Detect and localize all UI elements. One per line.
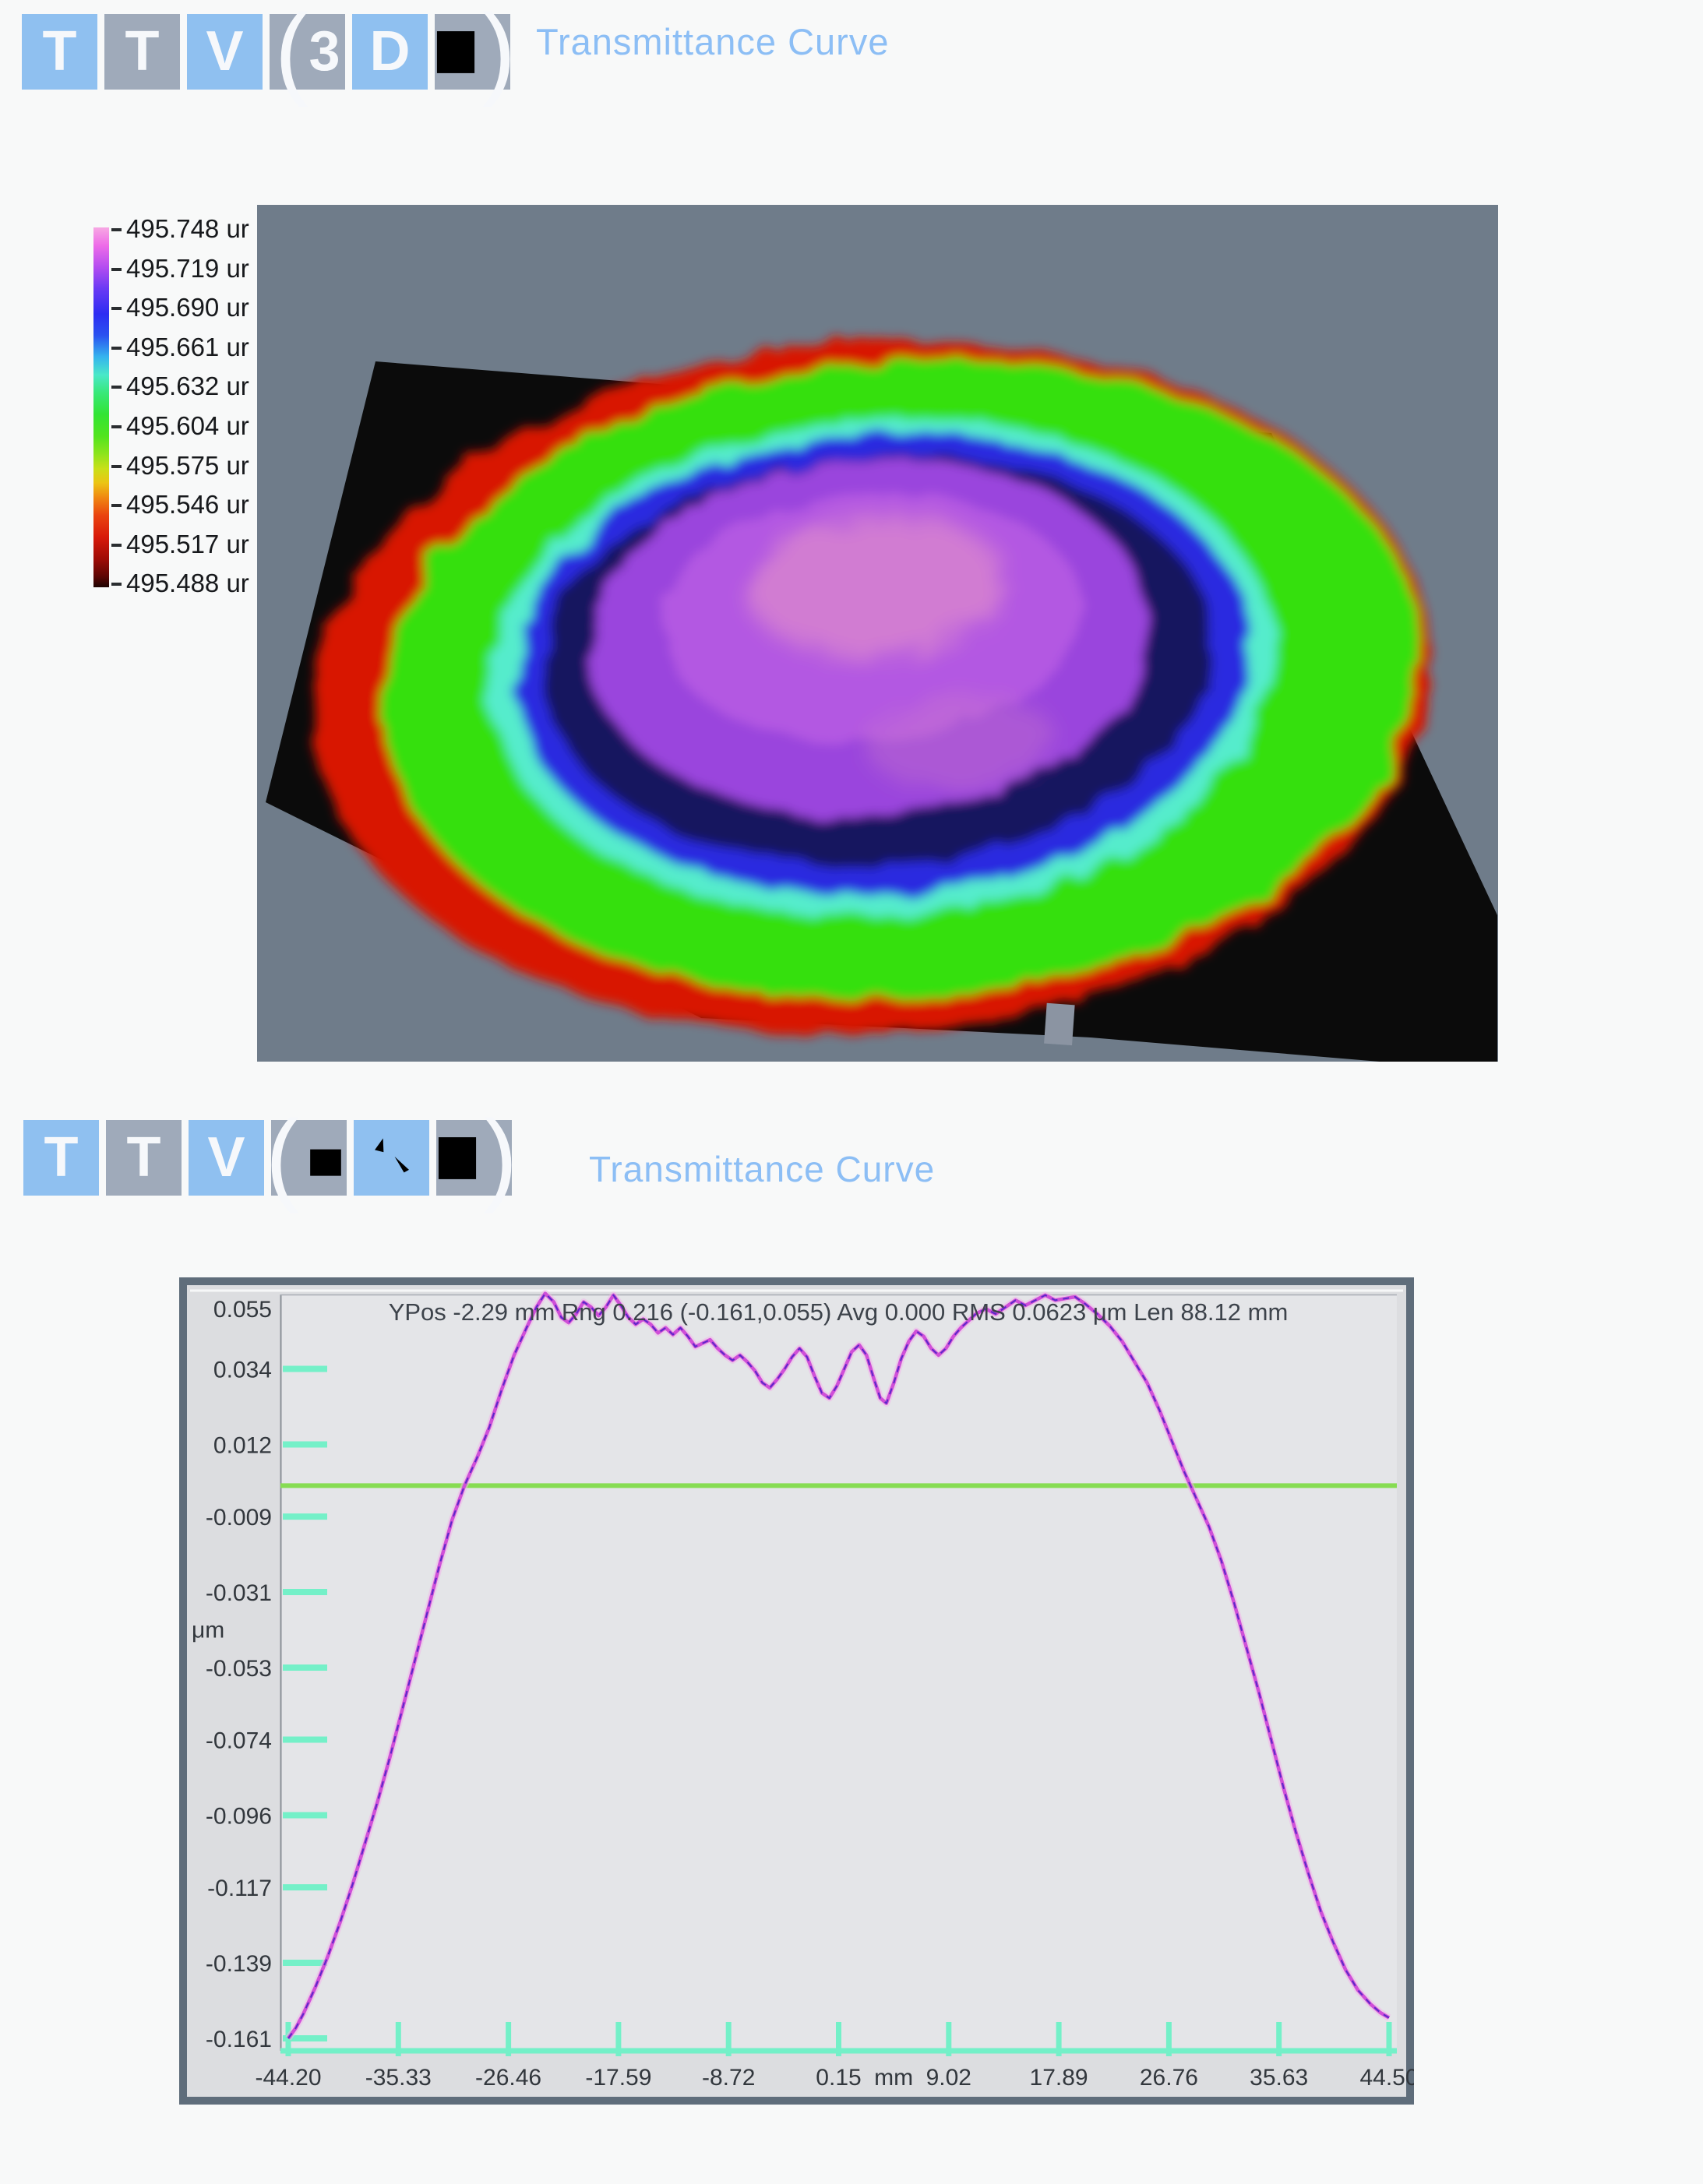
y-tick-label: 0.012 [213,1433,272,1459]
chart-title: YPos -2.29 mm Rng 0.216 (-0.161,0.055) A… [389,1298,1289,1326]
legend-value: 495.690 ur [126,293,249,322]
header-curve-subtitle: Transmittance Curve [589,1148,935,1190]
tile-letter: T [127,1120,161,1196]
legend-tick [111,583,122,586]
header-3d-subtitle: Transmittance Curve [536,20,889,63]
x-tick-label: 44.50 [1359,2065,1414,2091]
legend-tick [111,504,122,507]
legend-value: 495.748 ur [126,214,249,244]
y-tick-label: 0.055 [213,1297,272,1323]
x-tick-label: -17.59 [585,2065,651,2091]
surface-3d-plot [257,205,1498,1062]
x-axis-unit: mm [874,2065,913,2091]
legend-tick [111,465,122,468]
tile-letter: T [43,14,77,90]
tile-letter: V [207,1120,245,1196]
header-3d-tile-3: (3 [270,14,345,90]
x-tick-label: -44.20 [255,2065,321,2091]
x-tick-label: 9.02 [926,2065,971,2091]
header-3d-tile-5: ) [435,14,510,90]
legend-tick [111,307,122,310]
paren-glyph: ( [274,12,309,88]
header-3d-tile-2: V [187,14,263,90]
legend-tick [111,268,122,271]
legend-value: 495.632 ur [126,372,249,401]
header-curve-tile-5: ) [436,1120,512,1196]
header-3d-tile-0: T [22,14,97,90]
y-tick-label: -0.053 [206,1656,272,1682]
y-tick-label: -0.161 [206,2027,272,2052]
tile-letter: 3 [309,14,340,90]
x-tick-label: 0.15 [816,2065,861,2091]
y-tick-label: -0.096 [206,1804,272,1830]
x-tick-label: -8.72 [702,2065,755,2091]
legend-value: 495.661 ur [126,333,249,362]
legend-tick [111,425,122,428]
header-curve-tile-1: T [106,1120,182,1196]
legend-value: 495.488 ur [126,569,249,598]
x-tick-label: -35.33 [365,2065,432,2091]
hanzi-glyph [429,24,482,80]
header-curve-tile-0: T [23,1120,99,1196]
legend-value: 495.604 ur [126,411,249,441]
legend-value: 495.575 ur [126,451,249,481]
legend-value: 495.719 ur [126,254,249,284]
tile-letter: V [206,14,243,90]
legend-tick [111,347,122,350]
hanzi-glyph [431,1130,484,1186]
curve-chart-panel: 0.055 0.034 0.012 -0.009 -0.031 -0.053 -0.074 -… [179,1277,1414,2105]
tile-letter: D [370,14,411,90]
legend-tick [111,386,122,389]
tile-letter: T [125,14,160,90]
hanzi-glyph [299,1130,352,1186]
y-tick-label: -0.009 [206,1505,272,1531]
header-curve-tile-2: V [189,1120,264,1196]
x-tick-label: 26.76 [1140,2065,1198,2091]
header-curve-tiles: TTV() [23,1120,512,1196]
legend-value: 495.546 ur [126,490,249,520]
header-3d-tile-1: T [104,14,180,90]
paren-glyph: ) [482,12,517,88]
x-tick-label: 35.63 [1250,2065,1308,2091]
paren-glyph: ) [484,1118,518,1194]
hanzi-glyph [365,1130,418,1186]
y-tick-label: -0.117 [207,1876,272,1901]
plot-area [280,1295,1397,2051]
surface-3d-panel [257,205,1498,1062]
y-axis-unit: μm [192,1618,224,1643]
mount-notch [1044,1003,1075,1045]
y-tick-label: -0.139 [206,1951,272,1977]
legend-tick [111,228,122,231]
header-curve-tile-3: ( [271,1120,347,1196]
legend-tick [111,544,122,547]
legend-value: 495.517 ur [126,530,249,559]
y-tick-label: -0.031 [206,1580,272,1606]
curve-chart: 0.055 0.034 0.012 -0.009 -0.031 -0.053 -0.074 -… [179,1277,1414,2105]
header-3d-tile-4: D [352,14,428,90]
header-3d-tiles: TTV(3D) [22,14,510,90]
y-tick-label: 0.034 [213,1358,272,1383]
tile-letter: T [44,1120,79,1196]
legend-3d-colorbar [93,227,109,587]
header-curve-tile-4 [354,1120,429,1196]
paren-glyph: ( [266,1118,300,1194]
y-tick-label: -0.074 [206,1728,272,1754]
x-tick-label: -26.46 [475,2065,541,2091]
x-tick-label: 17.89 [1030,2065,1088,2091]
